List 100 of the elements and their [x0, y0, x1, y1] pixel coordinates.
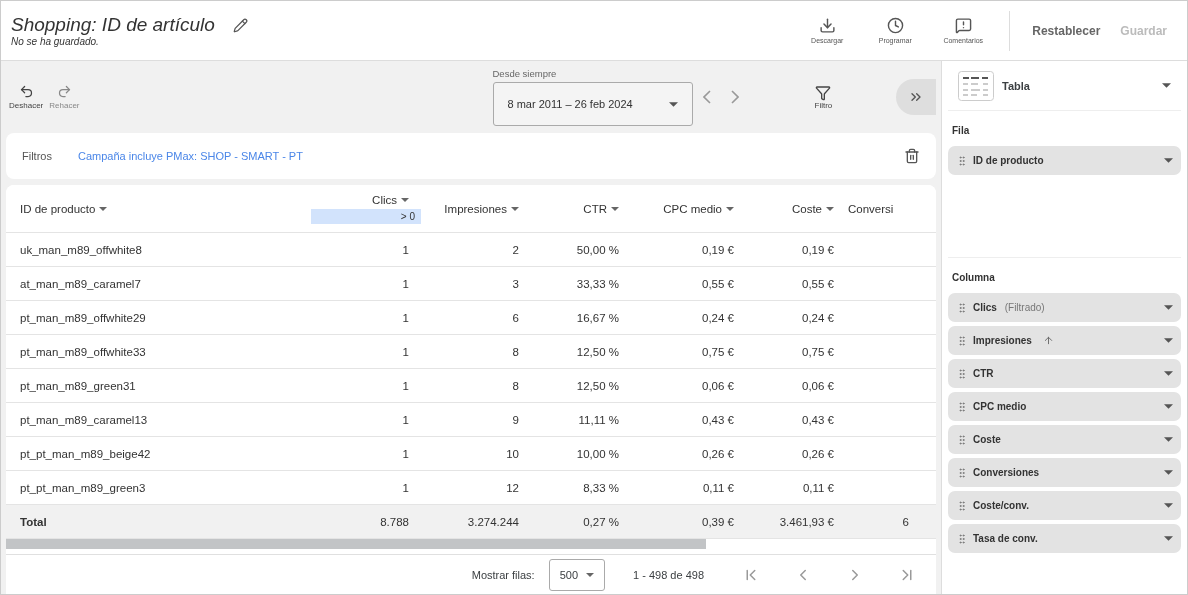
table-icon	[958, 70, 994, 101]
table-cell-text: at_man_m89_caramel7	[19, 277, 142, 290]
column-header[interactable]: CPC medio	[631, 202, 746, 215]
table-cell-text: pt_man_m89_offwhite33	[19, 345, 147, 358]
clock-icon	[886, 17, 904, 34]
expand-panel-button[interactable]	[896, 79, 936, 115]
metric-chip[interactable]: CTR	[948, 359, 1181, 388]
dropdown-caret-icon	[1162, 83, 1171, 88]
table-cell-text: 0,55 €	[801, 277, 835, 290]
row-section-label: Fila	[951, 124, 971, 138]
column-header[interactable]: Impresiones	[421, 202, 531, 215]
dropdown-caret-icon	[1164, 404, 1173, 409]
column-header[interactable]: CTR	[531, 202, 631, 215]
table-cell-text: 10	[505, 447, 520, 460]
drag-handle-icon[interactable]	[956, 433, 968, 446]
metric-chip[interactable]: Coste/conv.	[948, 491, 1181, 520]
dropdown-caret-icon	[1164, 536, 1173, 541]
column-filter-chip[interactable]: > 0	[311, 208, 421, 224]
dimension-chip[interactable]: ID de producto	[948, 146, 1181, 175]
drag-handle-icon[interactable]	[956, 499, 968, 512]
dropdown-caret-icon	[99, 206, 108, 211]
table-cell-text: 0,19 €	[801, 243, 835, 256]
edit-icon[interactable]	[232, 17, 248, 33]
table-cell-text: 0,11 €	[801, 481, 835, 494]
dropdown-caret-icon	[1164, 437, 1173, 442]
table-cell-text: 12,50 %	[575, 345, 620, 358]
drag-handle-icon[interactable]	[956, 154, 968, 167]
dropdown-caret-icon	[1164, 338, 1173, 343]
dropdown-caret-icon	[726, 206, 734, 211]
table-cell-text: 33,33 %	[575, 277, 620, 290]
metric-chip[interactable]: Coste	[948, 425, 1181, 454]
redo-icon	[56, 84, 72, 99]
drag-handle-icon[interactable]	[956, 301, 968, 314]
table-cell-text: pt_pt_man_m89_beige42	[19, 447, 152, 460]
drag-handle-icon[interactable]	[956, 532, 968, 545]
column-header[interactable]: ID de producto	[6, 202, 311, 215]
total-cell-text: 0,39 €	[701, 515, 735, 528]
table-cell-text: 50,00 %	[575, 243, 620, 256]
table-cell-text: 2	[511, 243, 520, 256]
rows-per-page-label: Mostrar filas:	[471, 568, 535, 581]
undo-button[interactable]: Deshacer	[6, 84, 47, 110]
undo-icon	[18, 84, 34, 99]
table-cell-text: 0,26 €	[701, 447, 735, 460]
table-cell-text: 0,24 €	[701, 311, 735, 324]
drag-handle-icon[interactable]	[956, 400, 968, 413]
column-header[interactable]: Clics	[311, 193, 421, 206]
total-cell-text: 8.788	[379, 515, 410, 528]
rows-per-page-select[interactable]: 500	[548, 558, 606, 591]
chart-type-select[interactable]: Tabla	[948, 61, 1181, 111]
total-cell-text: 6	[901, 515, 910, 528]
column-header[interactable]: Coste	[746, 202, 846, 215]
drag-handle-icon[interactable]	[956, 367, 968, 380]
dropdown-caret-icon	[1164, 470, 1173, 475]
total-cell-text: 0,27 %	[582, 515, 620, 528]
metric-chip[interactable]: Tasa de conv.	[948, 524, 1181, 553]
total-cell-text: Total	[19, 515, 48, 528]
table-cell-text: 1	[401, 277, 410, 290]
table-cell-text: 11,11 %	[577, 413, 620, 426]
filter-link[interactable]: Campaña incluye PMax: SHOP - SMART - PT	[77, 150, 303, 162]
column-header[interactable]: Conversi	[846, 202, 921, 215]
horizontal-scrollbar[interactable]	[6, 539, 706, 549]
table-cell-text: pt_pt_man_m89_green3	[19, 481, 147, 494]
table-cell-text: 0,11 €	[701, 481, 735, 494]
table-cell-text: 6	[511, 311, 520, 324]
table-cell-text: 1	[401, 447, 410, 460]
chevron-right-icon	[730, 90, 739, 104]
metric-chip[interactable]: Impresiones	[948, 326, 1181, 355]
dropdown-caret-icon	[1164, 158, 1173, 163]
table-cell-text: 0,24 €	[801, 311, 835, 324]
table-cell-text: pt_man_m89_offwhite29	[19, 311, 147, 324]
table-cell-text: uk_man_m89_offwhite8	[19, 243, 143, 256]
metric-chip[interactable]: CPC medio	[948, 392, 1181, 421]
column-section-label: Columna	[951, 271, 996, 285]
dropdown-caret-icon	[1164, 371, 1173, 376]
table-cell-text: 1	[401, 345, 410, 358]
total-cell-text: 3.461,93 €	[778, 515, 835, 528]
reset-button[interactable]: Restablecer	[1022, 17, 1111, 44]
table-cell-text: 12,50 %	[575, 379, 620, 392]
table-cell-text: 1	[401, 481, 410, 494]
report-title: Shopping: ID de artículo	[11, 14, 215, 36]
metric-chip[interactable]: Conversiones	[948, 458, 1181, 487]
drag-handle-icon[interactable]	[956, 334, 968, 347]
table-cell-text: 0,75 €	[801, 345, 835, 358]
table-cell-text: 0,43 €	[701, 413, 735, 426]
table-cell-text: 0,75 €	[701, 345, 735, 358]
total-cell-text: 3.274.244	[466, 515, 520, 528]
table-cell-text: 0,55 €	[701, 277, 735, 290]
table-cell-text: 0,43 €	[801, 413, 835, 426]
table-cell-text: 1	[401, 379, 410, 392]
date-range-select[interactable]: 8 mar 2011 – 26 feb 2024	[492, 82, 693, 126]
table-cell-text: 16,67 %	[575, 311, 620, 324]
filter-button[interactable]: Filtro	[808, 83, 839, 111]
table-cell-text: 0,19 €	[701, 243, 735, 256]
delete-icon[interactable]	[904, 148, 920, 164]
table-cell-text: pt_man_m89_caramel13	[19, 413, 149, 426]
filters-label: Filtros	[22, 150, 52, 162]
drag-handle-icon[interactable]	[956, 466, 968, 479]
metric-chip[interactable]: Clics (Filtrado)	[948, 293, 1181, 322]
feedback-icon	[954, 17, 972, 34]
dropdown-caret-icon	[611, 206, 619, 211]
